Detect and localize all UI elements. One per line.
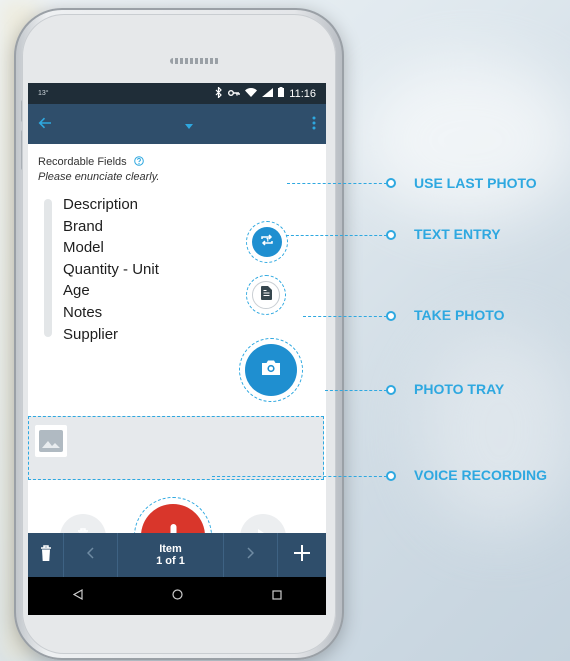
callout-line-use-last-photo — [287, 183, 387, 184]
callout-line-take-photo — [303, 316, 387, 317]
plus-icon — [294, 544, 310, 566]
callout-line-photo-tray — [325, 390, 387, 391]
status-bar: 13° 11:16 — [28, 83, 326, 104]
callout-use-last-photo: USE LAST PHOTO — [414, 175, 537, 191]
callout-line-text-entry — [286, 235, 387, 236]
phone-screen: 13° 11:16 Recordable Fields Please enunc… — [28, 83, 326, 615]
camera-icon — [262, 360, 280, 380]
recordable-fields-label: Recordable Fields — [38, 156, 127, 168]
record-content: Recordable Fields Please enunciate clear… — [28, 144, 326, 575]
background-highlight — [360, 60, 570, 220]
callout-photo-tray: PHOTO TRAY — [414, 381, 505, 397]
callout-take-photo: TAKE PHOTO — [414, 307, 505, 323]
text-entry-button[interactable] — [252, 281, 280, 309]
callout-line-voice-recording — [212, 476, 387, 477]
item-counter: Item 1 of 1 — [118, 533, 224, 577]
speaker-grille — [170, 58, 220, 64]
item-count: 1 of 1 — [156, 555, 185, 567]
help-icon[interactable] — [131, 156, 144, 168]
more-vert-icon[interactable] — [312, 116, 316, 133]
take-photo-button[interactable] — [245, 344, 297, 396]
battery-icon — [278, 87, 285, 100]
delete-item-button[interactable] — [28, 533, 64, 577]
callout-marker — [386, 385, 396, 395]
recordable-fields-list: Description Brand Model Quantity - Unit … — [63, 194, 159, 345]
background-highlight — [420, 330, 570, 530]
field-item: Quantity - Unit — [63, 260, 159, 278]
app-toolbar — [28, 104, 326, 144]
field-item: Model — [63, 239, 104, 257]
photo-tray[interactable] — [28, 416, 324, 480]
system-navigation-bar — [28, 577, 326, 615]
image-placeholder-icon[interactable] — [35, 425, 67, 457]
trash-icon — [40, 544, 52, 566]
clock-text: 11:16 — [289, 87, 316, 100]
callout-marker — [386, 471, 396, 481]
callout-marker — [386, 178, 396, 188]
chevron-right-icon — [247, 546, 255, 564]
field-item: Notes — [63, 303, 103, 321]
previous-item-button[interactable] — [64, 533, 118, 577]
field-item: Supplier — [63, 325, 119, 343]
document-icon — [260, 285, 272, 305]
field-item: Age — [63, 282, 90, 300]
fields-scrollbar[interactable] — [44, 199, 52, 337]
caret-down-icon[interactable] — [185, 116, 193, 132]
item-navigation-bar: Item 1 of 1 — [28, 533, 326, 577]
signal-icon — [262, 87, 274, 100]
item-label: Item — [159, 543, 182, 555]
arrow-left-icon[interactable] — [38, 116, 52, 132]
callout-marker — [386, 230, 396, 240]
enunciate-hint: Please enunciate clearly. — [38, 171, 160, 183]
field-item: Description — [63, 196, 139, 213]
bluetooth-icon — [215, 85, 223, 101]
chevron-left-icon — [86, 546, 94, 564]
callout-text-entry: TEXT ENTRY — [414, 226, 501, 242]
temperature-text: 13° — [38, 90, 49, 97]
use-last-photo-button[interactable] — [252, 227, 282, 257]
add-item-button[interactable] — [278, 533, 326, 577]
field-item: Brand — [63, 217, 104, 235]
callout-marker — [386, 311, 396, 321]
next-item-button[interactable] — [224, 533, 278, 577]
home-circle-icon[interactable] — [171, 587, 183, 605]
recordable-fields-title: Recordable Fields — [38, 156, 144, 168]
vpn-key-icon — [228, 88, 240, 100]
callout-voice-recording: VOICE RECORDING — [414, 467, 548, 483]
wifi-icon — [245, 87, 258, 100]
back-triangle-icon[interactable] — [72, 587, 83, 605]
recents-square-icon[interactable] — [271, 587, 282, 605]
repeat-photo-icon — [260, 233, 274, 251]
status-icons: 11:16 — [215, 85, 316, 101]
